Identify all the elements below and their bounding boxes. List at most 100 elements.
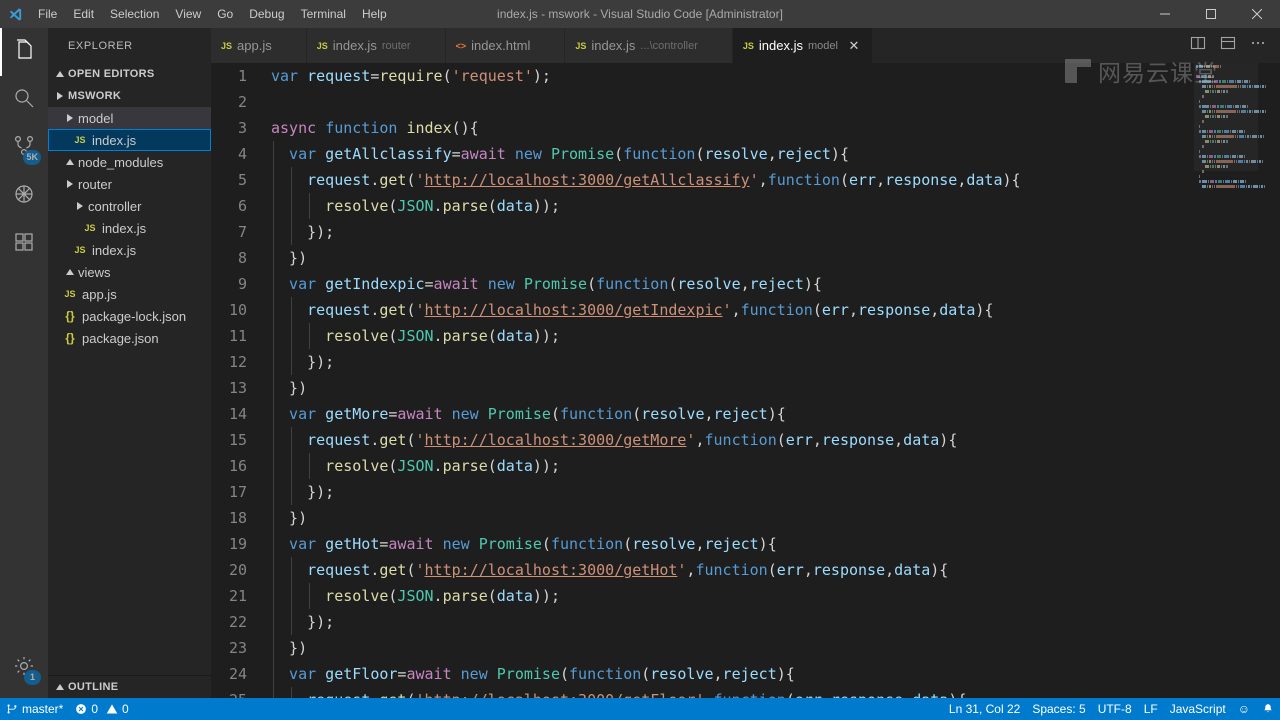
activity-explorer-button[interactable] bbox=[0, 28, 48, 76]
tab-index-js-controller[interactable]: JSindex.js...\controller✕ bbox=[565, 28, 733, 63]
tree-item-app-js[interactable]: JS app.js bbox=[48, 283, 211, 305]
token-pn: . bbox=[370, 171, 380, 189]
token-pn: = bbox=[424, 275, 434, 293]
token-fn: parse bbox=[442, 197, 488, 215]
tree-item-controller[interactable]: controller bbox=[48, 195, 211, 217]
minimap-segment bbox=[1253, 185, 1258, 188]
token-pn: , bbox=[767, 145, 777, 163]
activity-debug-button[interactable] bbox=[0, 172, 48, 220]
chevron-right-icon bbox=[62, 154, 78, 170]
code-line-text: var request=require('request'); bbox=[271, 67, 551, 85]
status-git-branch[interactable]: master* bbox=[0, 698, 69, 720]
tab-index-html[interactable]: <>index.html✕ bbox=[445, 28, 566, 63]
status-language-mode[interactable]: JavaScript bbox=[1164, 698, 1232, 720]
minimap-segment bbox=[1248, 185, 1250, 188]
tree-item-index-js[interactable]: JS index.js bbox=[48, 129, 211, 151]
section-outline[interactable]: OUTLINE bbox=[48, 676, 211, 698]
menu-debug[interactable]: Debug bbox=[241, 0, 292, 28]
token-pn: . bbox=[370, 431, 380, 449]
indent-guide bbox=[309, 193, 311, 219]
menu-terminal[interactable]: Terminal bbox=[293, 0, 354, 28]
token-pn: = bbox=[451, 145, 461, 163]
more-actions-button[interactable] bbox=[1244, 32, 1272, 60]
code-line-text: resolve(JSON.parse(data)); bbox=[271, 457, 560, 475]
tree-item-router[interactable]: router bbox=[48, 173, 211, 195]
code-line: }) bbox=[271, 375, 1194, 401]
minimap[interactable] bbox=[1194, 63, 1266, 698]
code-line-text: var getHot=await new Promise(function(re… bbox=[271, 535, 777, 553]
editor-scrollbar[interactable] bbox=[1266, 63, 1280, 698]
tree-item-node-modules[interactable]: node_modules bbox=[48, 151, 211, 173]
close-button[interactable] bbox=[1234, 0, 1280, 28]
code-line-text: request.get ('http://localhost:3000/getHo… bbox=[271, 561, 948, 579]
token-fn: resolve bbox=[325, 457, 389, 475]
code-line: resolve(JSON.parse(data)); bbox=[271, 193, 1194, 219]
status-encoding[interactable]: UTF-8 bbox=[1092, 698, 1138, 720]
tree-item-package-lock-json[interactable]: {} package-lock.json bbox=[48, 305, 211, 327]
indent-guide bbox=[291, 453, 293, 479]
tab-index-js-router[interactable]: JSindex.jsrouter✕ bbox=[306, 28, 446, 63]
token-str: ' bbox=[415, 171, 425, 189]
file-tree: model JS index.js node_modules router control… bbox=[48, 107, 211, 675]
token-pn: ( bbox=[632, 405, 642, 423]
indent-guide bbox=[291, 323, 293, 349]
menu-edit[interactable]: Edit bbox=[65, 0, 102, 28]
activity-search-button[interactable] bbox=[0, 76, 48, 124]
status-eol[interactable]: LF bbox=[1138, 698, 1164, 720]
menu-go[interactable]: Go bbox=[209, 0, 241, 28]
tree-item-package-json[interactable]: {} package.json bbox=[48, 327, 211, 349]
status-feedback-button[interactable]: ☺ bbox=[1232, 698, 1256, 720]
minimap-segment bbox=[1260, 110, 1261, 113]
tab-description: router bbox=[381, 39, 411, 52]
tab-app-js[interactable]: JSapp.js✕ bbox=[211, 28, 307, 63]
status-cursor-position[interactable]: Ln 31, Col 22 bbox=[943, 698, 1026, 720]
indent-guide bbox=[273, 193, 274, 219]
tab-index-js-model[interactable]: JS index.js model ✕ bbox=[732, 28, 873, 63]
token-var: request bbox=[307, 431, 371, 449]
token-k: function bbox=[325, 119, 407, 137]
token-cls: Promise bbox=[550, 145, 615, 163]
token-pn: , bbox=[894, 431, 904, 449]
indent-guide bbox=[273, 661, 274, 687]
line-number: 17 bbox=[228, 483, 247, 501]
minimap-segment bbox=[1240, 185, 1245, 188]
minimize-button[interactable] bbox=[1142, 0, 1188, 28]
toggle-panel-button[interactable] bbox=[1214, 32, 1242, 60]
token-pn: )); bbox=[532, 457, 560, 475]
title-bar: File Edit Selection View Go Debug Termin… bbox=[0, 0, 1280, 28]
section-mswork[interactable]: MSWORK bbox=[48, 85, 211, 107]
section-open-editors[interactable]: OPEN EDITORS bbox=[48, 63, 211, 85]
activity-source-control-button[interactable]: 5K bbox=[0, 124, 48, 172]
tree-item-label: package-lock.json bbox=[82, 308, 187, 324]
code-editor[interactable]: 1234567891011121314151617181920212223242… bbox=[211, 63, 1194, 698]
tree-item-index-js[interactable]: JS index.js bbox=[48, 217, 211, 239]
status-notifications-bell[interactable] bbox=[1256, 698, 1280, 720]
code-line: var getFloor=await new Promise(function(… bbox=[271, 661, 1194, 687]
menu-view[interactable]: View bbox=[167, 0, 209, 28]
tree-item-index-js[interactable]: JS index.js bbox=[48, 239, 211, 261]
tab-close-icon[interactable]: ✕ bbox=[846, 38, 862, 54]
tree-item-label: node_modules bbox=[78, 154, 164, 170]
token-pn: , bbox=[731, 301, 741, 319]
tree-item-views[interactable]: views bbox=[48, 261, 211, 283]
menu-selection[interactable]: Selection bbox=[102, 0, 167, 28]
token-pn: }); bbox=[307, 353, 335, 371]
status-indentation[interactable]: Spaces: 5 bbox=[1026, 698, 1091, 720]
activity-extensions-button[interactable] bbox=[0, 220, 48, 268]
maximize-button[interactable] bbox=[1188, 0, 1234, 28]
error-icon bbox=[75, 703, 87, 715]
split-editor-button[interactable] bbox=[1184, 32, 1212, 60]
status-problems[interactable]: 0 0 bbox=[69, 698, 134, 720]
indent-guide bbox=[291, 167, 293, 193]
json-file-icon: {} bbox=[65, 309, 75, 323]
minimap-slider[interactable] bbox=[1194, 63, 1258, 171]
menu-file[interactable]: File bbox=[30, 0, 65, 28]
code-line: }); bbox=[271, 219, 1194, 245]
menu-help[interactable]: Help bbox=[354, 0, 395, 28]
activity-manage-button[interactable]: 1 bbox=[0, 644, 48, 692]
code-text[interactable]: var request=require('request'); async fun… bbox=[269, 63, 1194, 698]
tree-item-model[interactable]: model bbox=[48, 107, 211, 129]
minimap-segment bbox=[1231, 180, 1232, 183]
tab-label: index.js bbox=[591, 38, 636, 53]
